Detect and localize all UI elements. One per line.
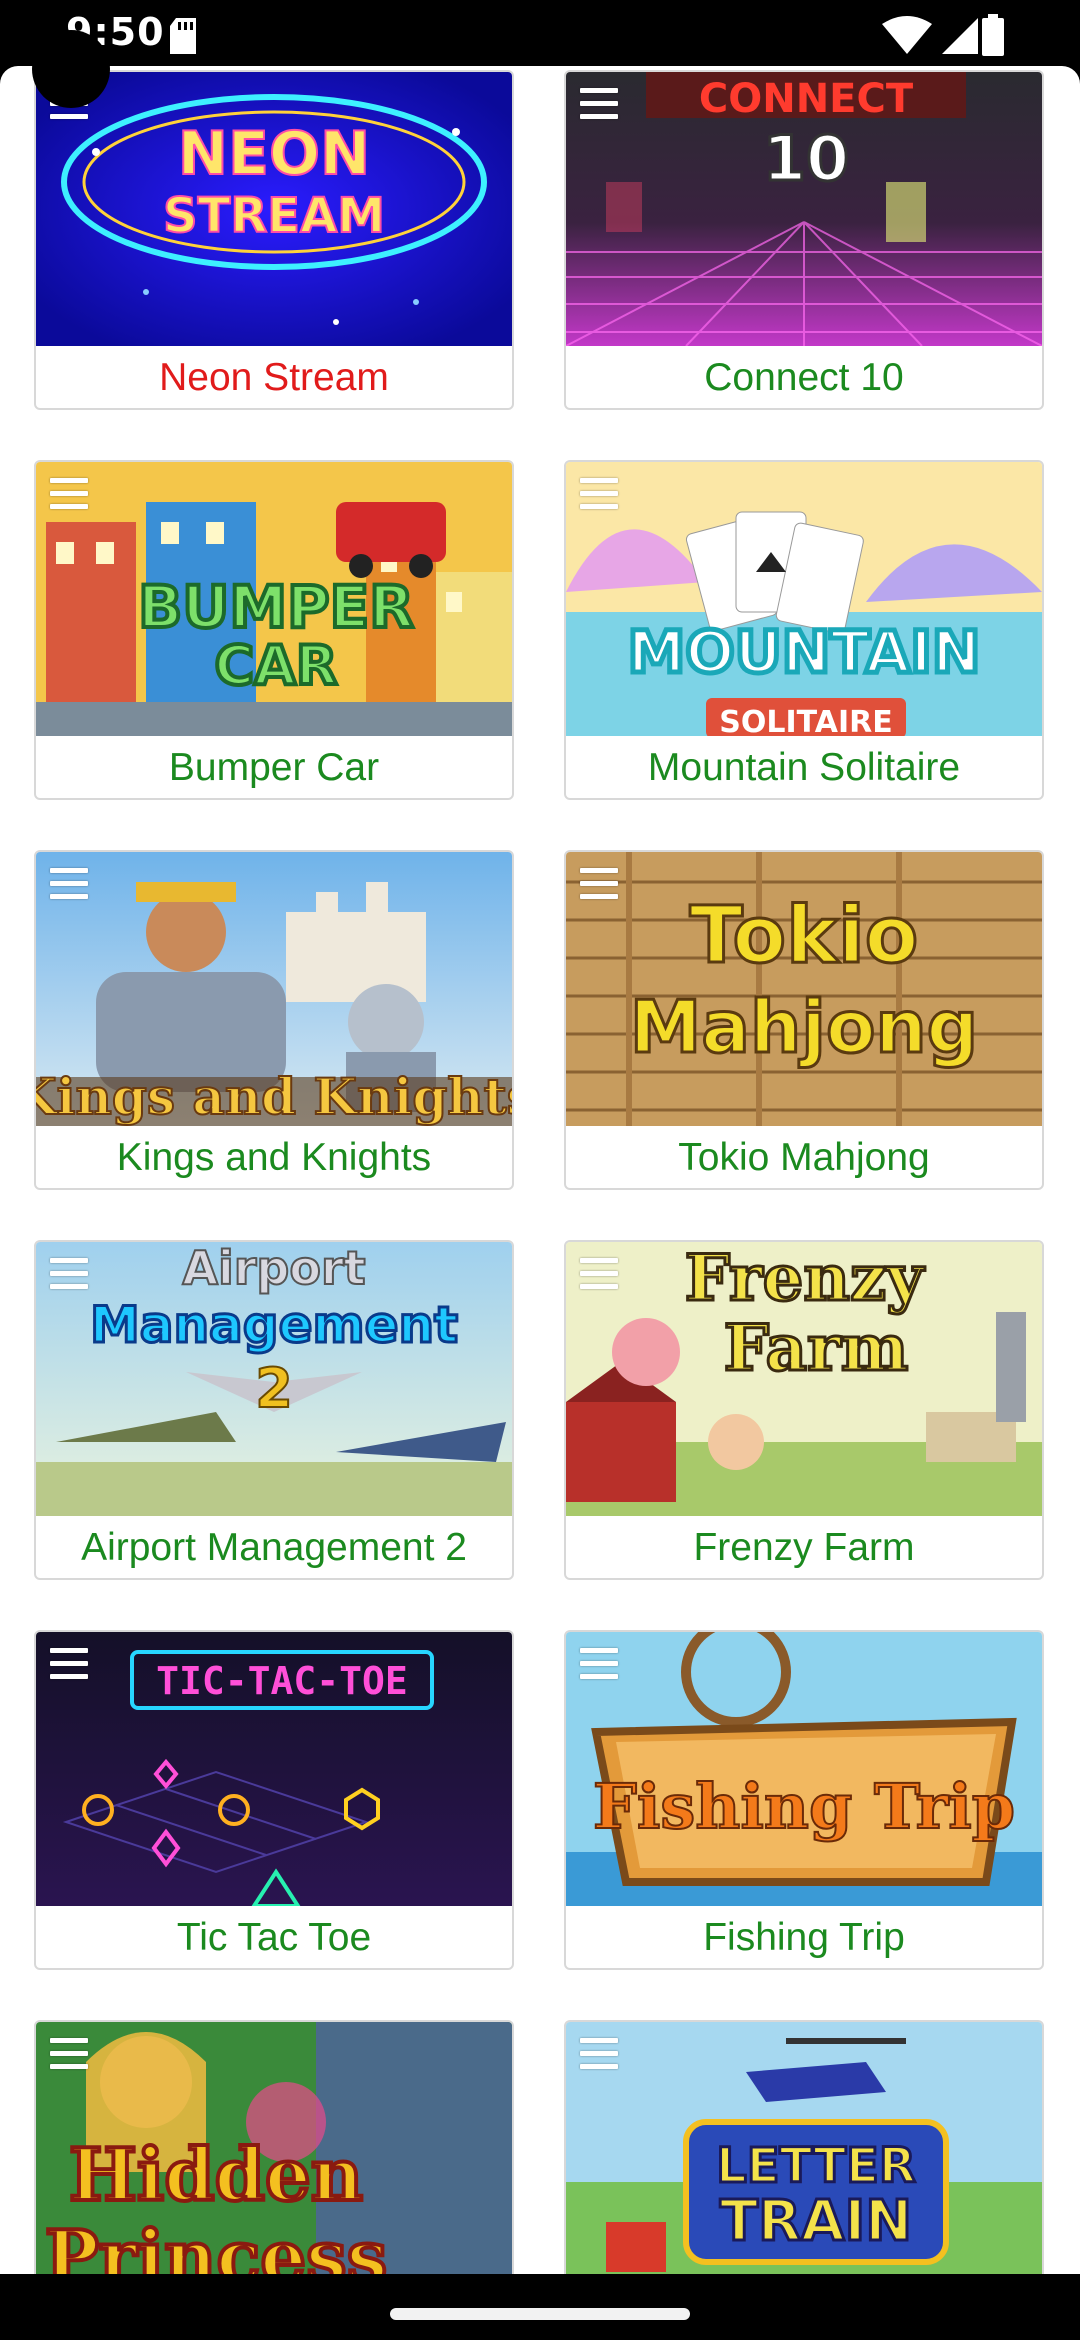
game-title[interactable]: Mountain Solitaire bbox=[566, 736, 1042, 798]
art-text-line1: Frenzy bbox=[685, 1242, 926, 1316]
art-text-line2: SOLITAIRE bbox=[719, 705, 893, 736]
art-text-line1: BUMPER bbox=[138, 573, 414, 641]
game-title[interactable]: Neon Stream bbox=[36, 346, 512, 408]
game-title[interactable]: Tic Tac Toe bbox=[36, 1906, 512, 1968]
art-text-line2: 10 bbox=[763, 122, 849, 195]
art-text-line2: Farm bbox=[724, 1311, 909, 1386]
game-thumbnail[interactable]: TIC-TAC-TOE bbox=[36, 1632, 512, 1906]
game-card-airport-management-2[interactable]: Airport Management 2 Airport Management … bbox=[34, 1240, 514, 1580]
game-thumbnail[interactable]: Tokio Mahjong bbox=[566, 852, 1042, 1126]
menu-icon[interactable] bbox=[580, 1258, 618, 1292]
menu-icon[interactable] bbox=[580, 2038, 618, 2072]
game-title[interactable]: Fishing Trip bbox=[566, 1906, 1042, 1968]
game-title[interactable]: Frenzy Farm bbox=[566, 1516, 1042, 1578]
game-thumbnail[interactable]: Kings and Knights bbox=[36, 852, 512, 1126]
battery-icon bbox=[982, 14, 1004, 56]
game-card-frenzy-farm[interactable]: Frenzy Farm Frenzy Farm bbox=[564, 1240, 1044, 1580]
art-text-line1: Tokio bbox=[690, 891, 919, 981]
menu-icon[interactable] bbox=[50, 478, 88, 512]
game-thumbnail[interactable]: Hidden Princess bbox=[36, 2022, 512, 2274]
art-text-line3: 2 bbox=[255, 1357, 293, 1420]
art-text-line1: TIC-TAC-TOE bbox=[156, 1659, 408, 1703]
game-card-connect-10[interactable]: CONNECT 10 Connect 10 bbox=[564, 70, 1044, 410]
game-thumbnail[interactable]: BUMPER CAR bbox=[36, 462, 512, 736]
game-thumbnail[interactable]: Airport Management 2 bbox=[36, 1242, 512, 1516]
menu-icon[interactable] bbox=[50, 868, 88, 902]
game-card-mountain-solitaire[interactable]: MOUNTAIN SOLITAIRE Mountain Solitaire bbox=[564, 460, 1044, 800]
menu-icon[interactable] bbox=[580, 88, 618, 122]
game-thumbnail[interactable]: Fishing Trip bbox=[566, 1632, 1042, 1906]
sd-card-icon bbox=[170, 18, 196, 54]
signal-icon bbox=[942, 18, 978, 54]
game-card-bumper-car[interactable]: BUMPER CAR Bumper Car bbox=[34, 460, 514, 800]
camera-cutout bbox=[32, 30, 110, 108]
game-title[interactable]: Connect 10 bbox=[566, 346, 1042, 408]
art-text-line2: Princess bbox=[45, 2214, 388, 2274]
art-text-line2: Mahjong bbox=[630, 985, 978, 1069]
game-title[interactable]: Kings and Knights bbox=[36, 1126, 512, 1188]
game-card-fishing-trip[interactable]: Fishing Trip Fishing Trip bbox=[564, 1630, 1044, 1970]
menu-icon[interactable] bbox=[50, 1258, 88, 1292]
art-text-line1: Fishing Trip bbox=[593, 1770, 1015, 1843]
game-title[interactable]: Tokio Mahjong bbox=[566, 1126, 1042, 1188]
game-card-tic-tac-toe[interactable]: TIC-TAC-TOE Tic Tac Toe bbox=[34, 1630, 514, 1970]
game-card-neon-stream[interactable]: NEON STREAM Neon Stream bbox=[34, 70, 514, 410]
game-card-hidden-princess[interactable]: Hidden Princess bbox=[34, 2020, 514, 2274]
art-text-line2: Management bbox=[90, 1296, 458, 1354]
game-title[interactable]: Bumper Car bbox=[36, 736, 512, 798]
game-title[interactable]: Airport Management 2 bbox=[36, 1516, 512, 1578]
game-card-kings-and-knights[interactable]: Kings and Knights Kings and Knights bbox=[34, 850, 514, 1190]
navigation-bar bbox=[0, 2274, 1080, 2340]
menu-icon[interactable] bbox=[50, 2038, 88, 2072]
game-thumbnail[interactable]: NEON STREAM bbox=[36, 72, 512, 346]
art-text-line1: Hidden bbox=[69, 2132, 363, 2217]
art-text-line1: NEON bbox=[178, 119, 370, 189]
game-thumbnail[interactable]: CONNECT 10 bbox=[566, 72, 1042, 346]
art-text-line2: TRAIN bbox=[720, 2189, 912, 2254]
menu-icon[interactable] bbox=[580, 868, 618, 902]
art-text-line1: CONNECT bbox=[699, 76, 914, 122]
art-text-line1: LETTER bbox=[716, 2138, 916, 2194]
game-list[interactable]: NEON STREAM Neon Stream CONNECT 10 Conne… bbox=[0, 66, 1080, 2274]
wifi-icon bbox=[882, 16, 932, 54]
home-gesture-handle[interactable] bbox=[390, 2308, 690, 2320]
game-card-letter-train[interactable]: LETTER TRAIN bbox=[564, 2020, 1044, 2274]
status-bar: 9:50 bbox=[0, 0, 1080, 108]
art-text-line1: Kings and Knights bbox=[36, 1067, 512, 1126]
menu-icon[interactable] bbox=[580, 478, 618, 512]
game-card-tokio-mahjong[interactable]: Tokio Mahjong Tokio Mahjong bbox=[564, 850, 1044, 1190]
art-text-line1: Airport bbox=[182, 1242, 365, 1295]
game-thumbnail[interactable]: LETTER TRAIN bbox=[566, 2022, 1042, 2274]
menu-icon[interactable] bbox=[580, 1648, 618, 1682]
game-thumbnail[interactable]: Frenzy Farm bbox=[566, 1242, 1042, 1516]
art-text-line1: MOUNTAIN bbox=[628, 618, 981, 686]
menu-icon[interactable] bbox=[50, 1648, 88, 1682]
art-text-line2: STREAM bbox=[163, 188, 385, 244]
game-thumbnail[interactable]: MOUNTAIN SOLITAIRE bbox=[566, 462, 1042, 736]
art-text-line2: CAR bbox=[214, 634, 337, 697]
